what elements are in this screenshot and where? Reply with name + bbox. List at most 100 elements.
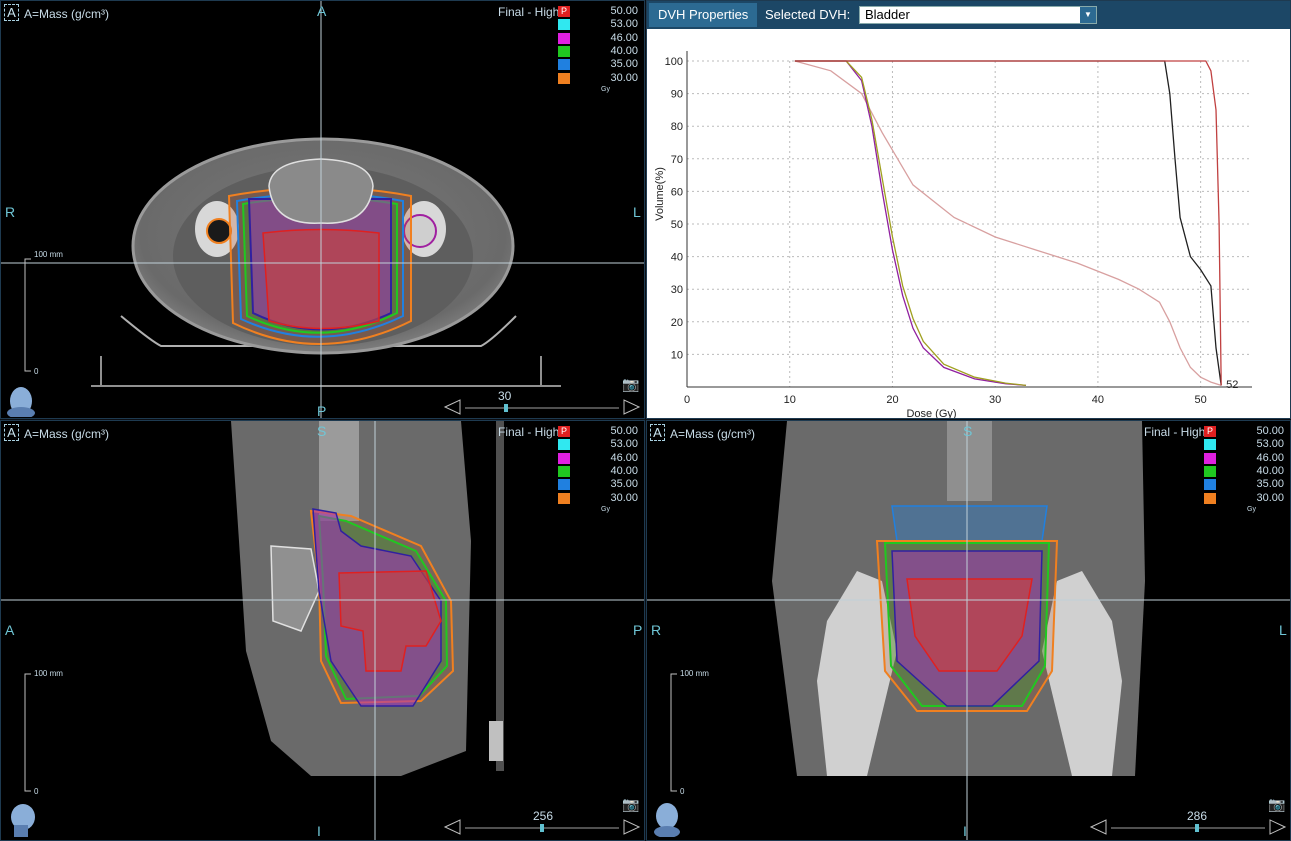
orient-top: A bbox=[317, 3, 327, 19]
legend-swatch: P bbox=[558, 6, 570, 17]
legend-row: 35.00 bbox=[1204, 478, 1284, 491]
view-mode-box[interactable]: A bbox=[4, 4, 19, 21]
y-tick-label: 80 bbox=[671, 121, 683, 133]
dvh-series-line bbox=[794, 60, 1222, 387]
legend-row: 53.00 bbox=[1204, 438, 1284, 451]
legend-value: 53.00 bbox=[1256, 438, 1284, 451]
y-tick-label: 70 bbox=[671, 154, 683, 166]
x-tick-label: 20 bbox=[886, 394, 898, 406]
view-header: A=Mass (g/cm³) bbox=[24, 7, 110, 21]
dvh-chart[interactable]: 10 20 30 40 50 60 70 80 90 100 0 10 20 30 40 50 Dose (Gy… bbox=[647, 29, 1291, 419]
legend-row: P 50.00 bbox=[1204, 425, 1284, 438]
orient-right: L bbox=[1279, 622, 1287, 638]
legend-unit: Gy bbox=[1247, 505, 1256, 513]
x-axis-label: Dose (Gy) bbox=[906, 408, 956, 419]
axial-view[interactable]: A A=Mass (g/cm³) A P R L 100 mm 0 30 📷 F… bbox=[0, 0, 645, 419]
legend-value: 40.00 bbox=[610, 44, 638, 57]
tab-dvh-properties[interactable]: DVH Properties bbox=[649, 3, 758, 27]
legend-title: Final - High bbox=[498, 425, 560, 439]
legend-swatch bbox=[558, 492, 570, 504]
view-mode-box[interactable]: A bbox=[4, 424, 19, 441]
head-orientation-icon[interactable] bbox=[6, 801, 36, 837]
orient-bottom: I bbox=[317, 823, 321, 839]
legend-swatch bbox=[558, 45, 570, 57]
orient-top: S bbox=[317, 423, 327, 439]
sagittal-view[interactable]: A A=Mass (g/cm³) S I A P 100 mm 0 256 📷 … bbox=[0, 420, 645, 841]
legend-value: 46.00 bbox=[610, 31, 638, 44]
legend-unit: Gy bbox=[601, 505, 610, 513]
legend-swatch: P bbox=[1204, 426, 1216, 437]
orient-left: R bbox=[5, 204, 16, 220]
y-tick-label: 100 bbox=[665, 56, 683, 68]
legend-value: 30.00 bbox=[610, 71, 638, 84]
legend-row: 53.00 bbox=[558, 18, 638, 31]
legend-value: 46.00 bbox=[610, 451, 638, 464]
orient-right: L bbox=[633, 204, 641, 220]
scale-bottom-label: 0 bbox=[34, 787, 39, 796]
legend-value: 50.00 bbox=[610, 5, 638, 17]
y-tick-label: 50 bbox=[671, 219, 683, 231]
legend-row: 40.00 bbox=[558, 465, 638, 478]
legend-value: 40.00 bbox=[610, 464, 638, 477]
legend-row: 53.00 bbox=[558, 438, 638, 451]
legend-swatch bbox=[558, 32, 570, 44]
x-tick-label: 10 bbox=[784, 394, 796, 406]
legend-value: 50.00 bbox=[1256, 425, 1284, 437]
legend-swatch bbox=[558, 19, 570, 31]
legend-title: Final - High bbox=[498, 5, 560, 19]
legend-row: 46.00 bbox=[558, 32, 638, 45]
coronal-view[interactable]: A A=Mass (g/cm³) S I R L 100 mm 0 286 📷 … bbox=[646, 420, 1291, 841]
isodose-legend: Final - High P 50.00 53.00 46.00 40.00 35.00 30… bbox=[498, 5, 638, 105]
selected-dvh-value: Bladder bbox=[865, 7, 910, 22]
legend-unit: Gy bbox=[601, 85, 610, 93]
y-tick-label: 10 bbox=[671, 349, 683, 361]
orient-right: P bbox=[633, 622, 643, 638]
legend-row: 30.00 bbox=[558, 72, 638, 85]
chevron-down-icon[interactable]: ▼ bbox=[1080, 7, 1096, 23]
dvh-end-marker: 52 bbox=[1226, 379, 1238, 391]
legend-swatch bbox=[1204, 479, 1216, 491]
selected-dvh-dropdown[interactable]: Bladder ▼ bbox=[859, 6, 1097, 24]
head-orientation-icon[interactable] bbox=[652, 801, 682, 837]
x-tick-label: 40 bbox=[1092, 394, 1104, 406]
legend-row: 46.00 bbox=[1204, 452, 1284, 465]
dvh-toolbar: DVH Properties Selected DVH: Bladder ▼ bbox=[647, 1, 1290, 29]
legend-swatch bbox=[558, 59, 570, 71]
legend-value: 53.00 bbox=[610, 438, 638, 451]
orient-left: R bbox=[651, 622, 662, 638]
legend-row: P 50.00 bbox=[558, 425, 638, 438]
legend-value: 30.00 bbox=[610, 491, 638, 504]
view-header: A=Mass (g/cm³) bbox=[24, 427, 110, 441]
orient-bottom: P bbox=[317, 403, 327, 419]
legend-value: 35.00 bbox=[610, 58, 638, 71]
y-tick-label: 20 bbox=[671, 317, 683, 329]
view-mode-box[interactable]: A bbox=[650, 424, 665, 441]
dvh-series-line bbox=[794, 60, 1222, 386]
scale-top-label: 100 mm bbox=[34, 669, 63, 678]
legend-value: 46.00 bbox=[1256, 451, 1284, 464]
legend-value: 35.00 bbox=[610, 478, 638, 491]
legend-row: 40.00 bbox=[558, 45, 638, 58]
scale-bottom-label: 0 bbox=[680, 787, 685, 796]
head-orientation-icon[interactable] bbox=[6, 383, 36, 417]
legend-row: 30.00 bbox=[1204, 492, 1284, 505]
legend-swatch bbox=[558, 72, 570, 84]
dvh-series-line bbox=[794, 60, 1222, 386]
legend-row: 35.00 bbox=[558, 58, 638, 71]
camera-icon[interactable]: 📷 bbox=[622, 376, 639, 393]
y-tick-label: 90 bbox=[671, 89, 683, 101]
slice-number: 256 bbox=[533, 809, 554, 823]
legend-swatch: P bbox=[558, 426, 570, 437]
legend-row: 35.00 bbox=[558, 478, 638, 491]
slice-number: 30 bbox=[498, 389, 512, 403]
dvh-series-line bbox=[794, 60, 1027, 387]
view-header: A=Mass (g/cm³) bbox=[670, 427, 756, 441]
legend-value: 50.00 bbox=[610, 425, 638, 437]
scale-top-label: 100 mm bbox=[680, 669, 709, 678]
camera-icon[interactable]: 📷 bbox=[622, 796, 639, 813]
legend-swatch bbox=[558, 452, 570, 464]
legend-swatch bbox=[558, 465, 570, 477]
camera-icon[interactable]: 📷 bbox=[1268, 796, 1285, 813]
legend-swatch bbox=[1204, 465, 1216, 477]
legend-value: 40.00 bbox=[1256, 464, 1284, 477]
